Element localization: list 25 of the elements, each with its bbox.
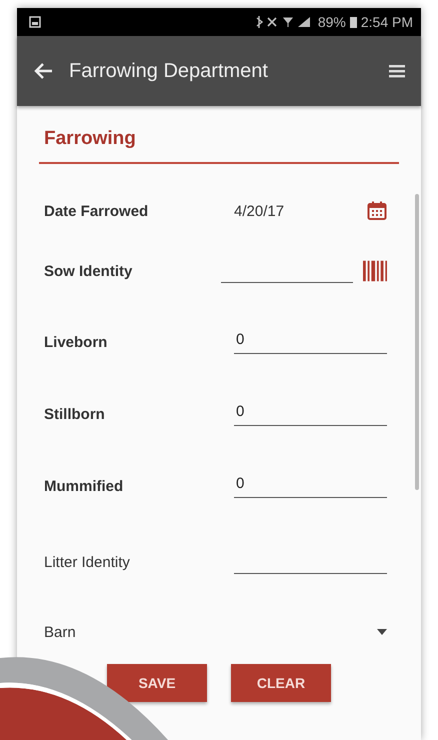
battery-icon (350, 16, 357, 28)
app-bar-title: Farrowing Department (69, 60, 269, 82)
input-field[interactable]: 0 (234, 402, 387, 426)
field-label: Sow Identity (44, 262, 134, 280)
date-value[interactable]: 4/20/17 (234, 202, 367, 220)
field-label: Barn (44, 624, 77, 640)
field-label: Mummified (44, 478, 124, 494)
clear-button[interactable]: CLEAR (231, 664, 331, 702)
battery-percent: 89% (318, 14, 346, 30)
field-label: Liveborn (44, 334, 108, 350)
dropdown-caret-icon[interactable] (377, 629, 387, 635)
field-label: Date Farrowed (44, 202, 150, 220)
save-button[interactable]: SAVE (107, 664, 207, 702)
input-field[interactable]: 0 (234, 474, 387, 498)
section-title: Farrowing (43, 128, 137, 150)
scrollbar[interactable] (415, 194, 419, 490)
status-time: 2:54 PM (360, 14, 413, 30)
calendar-icon[interactable] (367, 201, 387, 221)
barcode-icon[interactable] (362, 260, 387, 282)
image-icon (29, 16, 41, 28)
field-label: Stillborn (44, 406, 106, 422)
back-arrow-icon[interactable] (33, 62, 53, 80)
menu-icon[interactable] (389, 64, 405, 78)
input-field[interactable]: 0 (234, 330, 387, 354)
field-label: Litter Identity (44, 554, 131, 570)
